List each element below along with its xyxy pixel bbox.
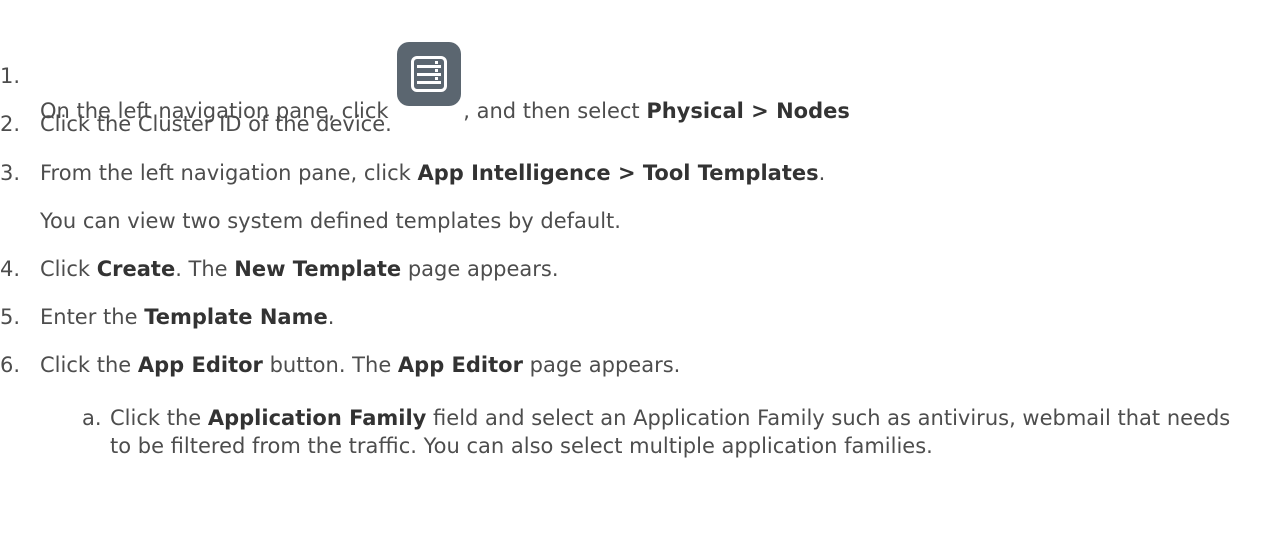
step-text: From the left navigation pane, click App… — [40, 161, 826, 185]
step-text: Enter the Template Name. — [40, 305, 335, 329]
step-number: 5. — [0, 305, 21, 329]
note-text: You can view two system defined template… — [40, 209, 621, 233]
substep-text: Click the Application Family field and s… — [110, 406, 1231, 458]
step-number: 3. — [0, 161, 21, 185]
step-number: 1. — [0, 64, 21, 88]
step-text: Click the App Editor button. The App Edi… — [40, 353, 681, 377]
step-text: Click the Cluster ID of the device. — [40, 112, 392, 136]
step-number: 6. — [0, 353, 21, 377]
step-number: 4. — [0, 257, 21, 281]
step-text: Click Create. The New Template page appe… — [40, 257, 559, 281]
server-icon[interactable] — [397, 42, 462, 106]
step-number: 2. — [0, 112, 21, 136]
